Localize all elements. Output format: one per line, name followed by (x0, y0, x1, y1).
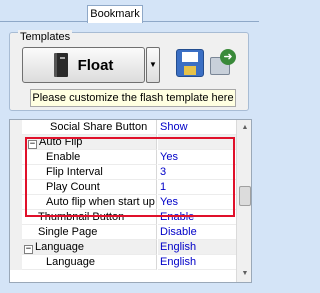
property-name: Single Page (22, 225, 157, 240)
property-value[interactable]: Yes (158, 150, 236, 165)
export-arrow-icon: ➜ (220, 49, 236, 65)
property-value[interactable]: 1 (158, 180, 236, 195)
templates-group-label: Templates (18, 30, 73, 44)
vertical-scrollbar[interactable]: ▲ ▼ (236, 120, 251, 282)
template-name: Float (77, 56, 114, 74)
property-name: Language (22, 255, 157, 270)
category-row-language[interactable]: − Language English (10, 240, 236, 255)
template-select-button[interactable]: Float (22, 47, 145, 83)
property-value[interactable]: Enable (158, 210, 236, 225)
property-row[interactable]: Thumbnail Button Enable (10, 210, 236, 225)
property-row[interactable]: Flip Interval 3 (10, 165, 236, 180)
category-value (158, 135, 236, 150)
property-row[interactable]: Single Page Disable (10, 225, 236, 240)
tab-bookmark[interactable]: Bookmark (87, 5, 143, 23)
panel-bottom-edge (0, 287, 259, 293)
property-row[interactable]: Social Share Button Show (10, 120, 236, 135)
property-row[interactable]: Auto flip when start up Yes (10, 195, 236, 210)
property-name: Flip Interval (22, 165, 157, 180)
collapse-icon[interactable]: − (24, 245, 33, 254)
property-name: Thumbnail Button (22, 210, 157, 225)
template-dropdown-button[interactable]: ▼ (146, 47, 160, 83)
property-value[interactable]: English (158, 255, 236, 270)
scroll-up-icon[interactable]: ▲ (237, 120, 251, 136)
property-row[interactable]: Play Count 1 (10, 180, 236, 195)
property-row[interactable]: Language English (10, 255, 236, 270)
property-row[interactable]: Enable Yes (10, 150, 236, 165)
property-name: Social Share Button (22, 120, 157, 135)
book-icon (53, 53, 68, 77)
scroll-down-icon[interactable]: ▼ (237, 266, 251, 282)
property-value[interactable]: Yes (158, 195, 236, 210)
chevron-down-icon: ▼ (149, 60, 157, 69)
property-value[interactable]: Disable (158, 225, 236, 240)
customize-hint: Please customize the flash template here (30, 89, 236, 107)
scroll-thumb[interactable] (239, 186, 251, 206)
property-name: Auto flip when start up (22, 195, 157, 210)
category-name: − Auto Flip (22, 135, 157, 150)
category-value[interactable]: English (158, 240, 236, 255)
tab-strip: Bookmark (0, 0, 259, 23)
property-name: Enable (22, 150, 157, 165)
property-value[interactable]: Show (158, 120, 236, 135)
property-value[interactable]: 3 (158, 165, 236, 180)
collapse-icon[interactable]: − (28, 140, 37, 149)
property-name: Play Count (22, 180, 157, 195)
save-icon[interactable] (176, 49, 204, 77)
property-grid: Social Share Button Show − Auto Flip Enab… (9, 119, 252, 283)
category-name: − Language (22, 240, 157, 255)
category-row-auto-flip[interactable]: − Auto Flip (10, 135, 236, 150)
export-icon[interactable]: ➜ (210, 49, 238, 77)
